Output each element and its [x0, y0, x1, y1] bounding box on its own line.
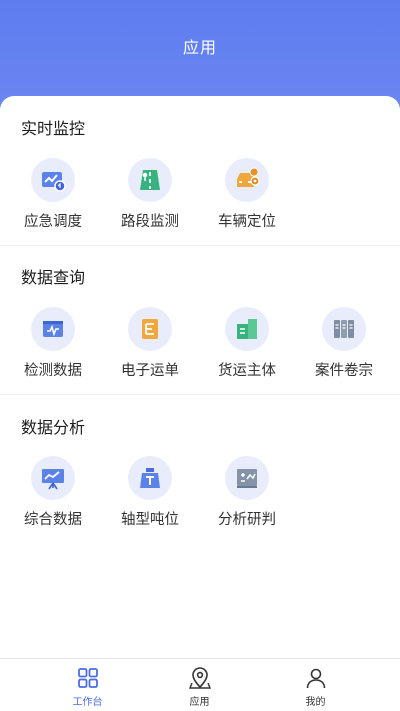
app-item-freight-entity[interactable]: 货运主体 — [198, 307, 294, 397]
app-item-label: 货运主体 — [218, 363, 276, 379]
freight-entity-icon — [225, 307, 269, 351]
e-waybill-icon — [128, 307, 172, 351]
page-title: 应用 — [182, 38, 217, 57]
app-item-detection-data[interactable]: 检测数据 — [4, 307, 100, 397]
section-data-analysis: 数据分析 综合数据 轴型吨位 分析研判 — [0, 414, 400, 554]
analysis-judgment-icon — [225, 456, 269, 500]
app-item-case-file[interactable]: 案件卷宗 — [295, 307, 391, 397]
app-item-label: 检测数据 — [24, 363, 82, 379]
app-item-label: 轴型吨位 — [121, 512, 179, 528]
app-item-label: 车辆定位 — [218, 214, 276, 230]
section-title: 数据查询 — [21, 268, 86, 287]
workbench-icon — [78, 668, 98, 688]
app-item-analysis-judgment[interactable]: 分析研判 — [198, 456, 294, 546]
app-item-label: 分析研判 — [218, 512, 276, 528]
section-title: 数据分析 — [21, 418, 86, 437]
app-item-label: 案件卷宗 — [315, 363, 373, 379]
tab-label: 我的 — [305, 697, 326, 708]
app-item-label: 电子运单 — [121, 363, 179, 379]
location-icon — [188, 667, 212, 689]
section-data-query: 数据查询 检测数据 电子运单 货运主体 案件卷宗 — [0, 264, 400, 404]
emergency-dispatch-icon — [31, 158, 75, 202]
axle-tonnage-icon — [128, 456, 172, 500]
detection-data-icon — [31, 307, 75, 351]
bottom-tab-bar: 工作台 应用 我的 — [0, 658, 400, 711]
road-monitor-icon — [128, 158, 172, 202]
app-item-comprehensive-data[interactable]: 综合数据 — [4, 456, 100, 546]
user-icon — [306, 668, 326, 689]
section-title: 实时监控 — [21, 119, 86, 138]
tab-apps[interactable]: 应用 — [133, 659, 266, 711]
tab-label: 应用 — [189, 697, 210, 708]
app-item-e-waybill[interactable]: 电子运单 — [101, 307, 197, 397]
section-realtime-monitor: 实时监控 应急调度 路段监测 车辆定位 — [0, 115, 400, 255]
app-item-emergency-dispatch[interactable]: 应急调度 — [4, 158, 100, 248]
app-item-vehicle-location[interactable]: 车辆定位 — [198, 158, 294, 248]
app-item-label: 路段监测 — [121, 214, 179, 230]
app-card: 实时监控 应急调度 路段监测 车辆定位 数据查询 检测数据 电子运单 货运主体 … — [0, 96, 400, 658]
app-item-label: 应急调度 — [24, 214, 82, 230]
app-item-label: 综合数据 — [24, 512, 82, 528]
app-item-axle-tonnage[interactable]: 轴型吨位 — [101, 456, 197, 546]
section-divider — [0, 245, 400, 246]
comprehensive-data-icon — [31, 456, 75, 500]
section-divider — [0, 394, 400, 395]
tab-mine[interactable]: 我的 — [249, 659, 382, 711]
app-item-road-monitor[interactable]: 路段监测 — [101, 158, 197, 248]
case-file-icon — [322, 307, 366, 351]
vehicle-location-icon — [225, 158, 269, 202]
